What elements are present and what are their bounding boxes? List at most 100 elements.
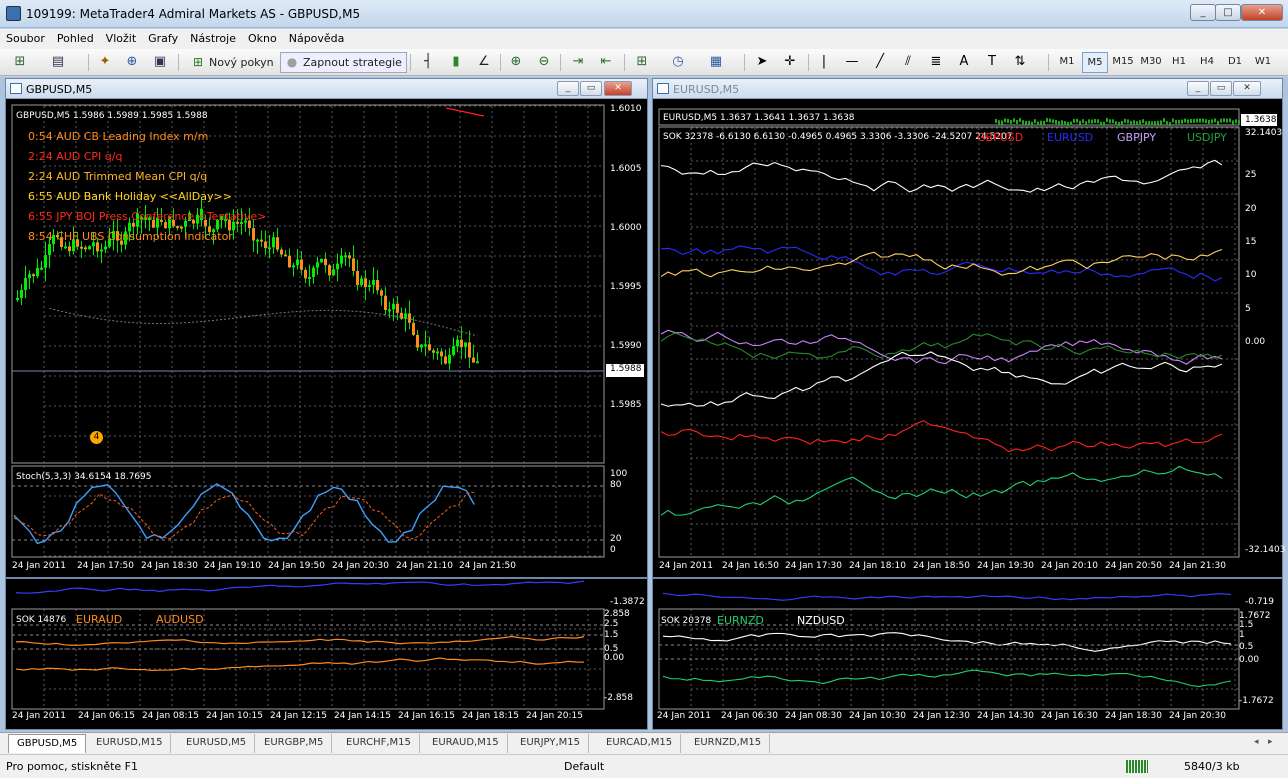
menu-view[interactable]: Pohled	[51, 29, 100, 45]
histogram-bar	[1046, 118, 1048, 123]
stoch-level: 80	[610, 480, 622, 490]
time-label: 24 Jan 10:15	[206, 711, 263, 721]
tab-scroll-right-icon[interactable]: ▸	[1268, 737, 1273, 747]
chart-close-button[interactable]: ✕	[1233, 81, 1261, 96]
menu-insert[interactable]: Vložit	[100, 29, 142, 45]
tab-chart[interactable]: EURJPY,M15	[512, 734, 589, 753]
equidistant-channel-icon[interactable]: ⫽	[898, 52, 918, 73]
autoscroll-icon[interactable]: ⇥	[568, 52, 588, 73]
line-chart-icon[interactable]: ∠	[474, 52, 494, 73]
candlestick-icon[interactable]: ▮	[446, 52, 466, 73]
tf-m1-button[interactable]: M1	[1054, 52, 1080, 73]
candle-body	[132, 222, 135, 227]
templates-icon[interactable]: ▦	[706, 52, 726, 73]
tf-m5-button[interactable]: M5	[1082, 52, 1108, 73]
time-label: 24 Jan 2011	[659, 561, 713, 571]
candle-body	[300, 259, 303, 270]
trendline-icon[interactable]: ╱	[870, 52, 890, 73]
menu-charts[interactable]: Grafy	[142, 29, 184, 45]
tf-m15-button[interactable]: M15	[1110, 52, 1136, 73]
candle-body	[308, 276, 311, 279]
chart-restore-button[interactable]: ▭	[580, 81, 602, 96]
tf-w1-button[interactable]: W1	[1250, 52, 1276, 73]
bar-chart-icon[interactable]: ┤	[418, 52, 438, 73]
chart-window-title: GBPUSD,M5	[26, 83, 93, 96]
tab-chart[interactable]: EURNZD,M15	[686, 734, 771, 753]
histogram-bar	[1055, 120, 1057, 125]
stoch-level: 0	[610, 545, 616, 555]
maximize-button[interactable]: □	[1215, 4, 1241, 21]
cursor-icon[interactable]: ➤	[752, 52, 772, 73]
eur-chart-area[interactable]	[655, 100, 1281, 576]
chart-close-button[interactable]: ✕	[604, 81, 632, 96]
vertical-line-icon[interactable]: |	[814, 52, 834, 73]
time-label: 24 Jan 17:50	[77, 561, 134, 571]
tab-chart[interactable]: EURCAD,M15	[598, 734, 682, 753]
candle-body	[448, 354, 451, 364]
chart-shift-icon[interactable]: ⇤	[596, 52, 616, 73]
chart-window-gbpusd[interactable]: GBPUSD,M5 _ ▭ ✕ GBPUSD,M5 1.5986 1.5989 …	[5, 78, 648, 578]
scale-label: -1.3872	[610, 597, 645, 607]
periods-icon[interactable]: ◷	[668, 52, 688, 73]
menu-file[interactable]: Soubor	[0, 29, 51, 45]
zoom-in-icon[interactable]: ⊕	[506, 52, 526, 73]
menu-window[interactable]: Okno	[242, 29, 283, 45]
crosshair-icon[interactable]: ✛	[780, 52, 800, 73]
toolbar: ⊞ ▤ ✦ ⊕ ▣ ⊞ Nový pokyn ● Zapnout strategie…	[0, 49, 1288, 76]
text-icon[interactable]: A	[954, 52, 974, 73]
aud-chart-area[interactable]	[8, 579, 646, 729]
profiles-icon[interactable]: ▤	[48, 52, 68, 73]
chart-window-eurnzd[interactable]: -0.719 SOK 20378 EURNZD NZDUSD 1.7672 1.…	[652, 578, 1283, 730]
histogram-bar	[1238, 120, 1240, 125]
zoom-out-icon[interactable]: ⊖	[534, 52, 554, 73]
minimize-button[interactable]: _	[1190, 4, 1216, 21]
chart-minimize-button[interactable]: _	[1187, 81, 1209, 96]
histogram-bar	[1010, 119, 1012, 124]
histogram-bar	[1103, 121, 1105, 126]
indicators-icon[interactable]: ⊞	[632, 52, 652, 73]
text-label-icon[interactable]: T	[982, 52, 1002, 73]
fibonacci-icon[interactable]: ≣	[926, 52, 946, 73]
market-watch-icon[interactable]: ✦	[95, 52, 115, 73]
chart-minimize-button[interactable]: _	[557, 81, 579, 96]
chart-restore-button[interactable]: ▭	[1210, 81, 1232, 96]
data-window-icon[interactable]: ⊕	[122, 52, 142, 73]
menu-help[interactable]: Nápověda	[283, 29, 351, 45]
event-marker[interactable]: 4	[90, 431, 103, 444]
tf-d1-button[interactable]: D1	[1222, 52, 1248, 73]
chart-window-header[interactable]: GBPUSD,M5 _ ▭ ✕	[6, 79, 647, 99]
tab-chart[interactable]: GBPUSD,M5	[8, 734, 87, 753]
tab-chart[interactable]: EURAUD,M15	[424, 734, 508, 753]
tf-h4-button[interactable]: H4	[1194, 52, 1220, 73]
horizontal-line-icon[interactable]: —	[842, 52, 862, 73]
histogram-bar	[1064, 121, 1066, 126]
tab-chart[interactable]: EURUSD,M15	[88, 734, 172, 753]
histogram-bar	[1136, 121, 1138, 126]
chart-window-euraud[interactable]: -1.3872 SOK 14876 EURAUD AUDUSD 2.858 2.…	[5, 578, 648, 730]
close-button[interactable]: ✕	[1241, 4, 1283, 21]
candle-body	[344, 255, 347, 258]
new-chart-icon[interactable]: ⊞	[10, 52, 30, 73]
navigator-icon[interactable]: ▣	[150, 52, 170, 73]
scale-label: -0.719	[1245, 597, 1275, 607]
news-item: 0:54 AUD CB Leading Index m/m	[28, 130, 209, 143]
time-label: 24 Jan 16:50	[722, 561, 779, 571]
histogram-bar	[1142, 119, 1144, 124]
tab-scroll-left-icon[interactable]: ◂	[1254, 737, 1259, 747]
tf-h1-button[interactable]: H1	[1166, 52, 1192, 73]
time-label: 24 Jan 19:30	[977, 561, 1034, 571]
autotrading-button[interactable]: ● Zapnout strategie	[280, 52, 407, 73]
tf-m30-button[interactable]: M30	[1138, 52, 1164, 73]
chart-window-eurusd[interactable]: EURUSD,M5 _ ▭ ✕ EURUSD,M5 1.3637 1.3641 …	[652, 78, 1285, 578]
chart-window-header[interactable]: EURUSD,M5 _ ▭ ✕	[653, 79, 1282, 99]
eur-price-box: 1.3638	[1245, 115, 1277, 125]
tab-chart[interactable]: EURUSD,M5	[178, 734, 256, 753]
arrows-icon[interactable]: ⇅	[1010, 52, 1030, 73]
tab-chart[interactable]: EURCHF,M15	[338, 734, 420, 753]
nzd-chart-area[interactable]	[655, 579, 1281, 729]
menu-tools[interactable]: Nástroje	[184, 29, 242, 45]
new-order-button[interactable]: ⊞ Nový pokyn	[186, 52, 279, 73]
price-label: 1.5995	[610, 282, 642, 292]
histogram-bar	[1175, 119, 1177, 124]
tab-chart[interactable]: EURGBP,M5	[256, 734, 333, 753]
